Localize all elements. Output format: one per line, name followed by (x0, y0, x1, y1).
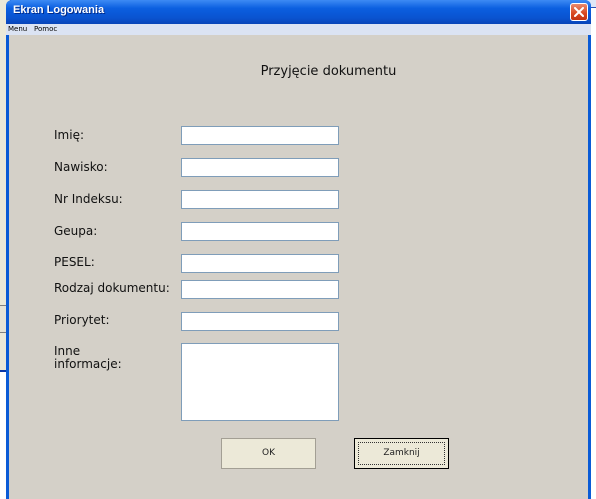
form-heading: Przyjęcie dokumentu (260, 64, 397, 79)
close-icon (574, 7, 584, 17)
grupa-input[interactable] (181, 222, 339, 241)
nazwisko-input[interactable] (181, 158, 339, 177)
form-panel: Przyjęcie dokumentu Imię: Nawisko: Nr In… (9, 35, 588, 499)
nr-indeksu-input[interactable] (181, 190, 339, 209)
ok-button[interactable]: OK (221, 438, 316, 469)
label-pesel: PESEL: (54, 255, 95, 269)
inne-informacje-textarea[interactable] (181, 343, 339, 421)
menu-bar: Menu Pomoc (6, 24, 591, 35)
imie-input[interactable] (181, 126, 339, 145)
close-window-button[interactable] (570, 3, 588, 21)
menu-item-pomoc[interactable]: Pomoc (34, 25, 57, 33)
pesel-input[interactable] (181, 254, 339, 273)
label-grupa: Geupa: (54, 224, 98, 238)
label-imie: Imię: (54, 128, 84, 142)
focus-rectangle (358, 442, 445, 465)
rodzaj-dokumentu-input[interactable] (181, 280, 339, 299)
priorytet-input[interactable] (181, 312, 339, 331)
window-title: Ekran Logowania (13, 4, 105, 16)
label-priorytet: Priorytet: (54, 313, 110, 327)
title-bar[interactable]: Ekran Logowania (6, 0, 591, 24)
label-rodzaj-dokumentu: Rodzaj dokumentu: (54, 281, 170, 295)
menu-item-menu[interactable]: Menu (8, 25, 27, 33)
label-inne-informacje: Inne informacje: (54, 344, 122, 371)
login-window: Ekran Logowania Menu Pomoc Przyjęcie dok… (6, 0, 591, 499)
label-nr-indeksu: Nr Indeksu: (54, 192, 123, 206)
label-nazwisko: Nawisko: (54, 160, 108, 174)
zamknij-button[interactable]: Zamknij (354, 438, 449, 469)
